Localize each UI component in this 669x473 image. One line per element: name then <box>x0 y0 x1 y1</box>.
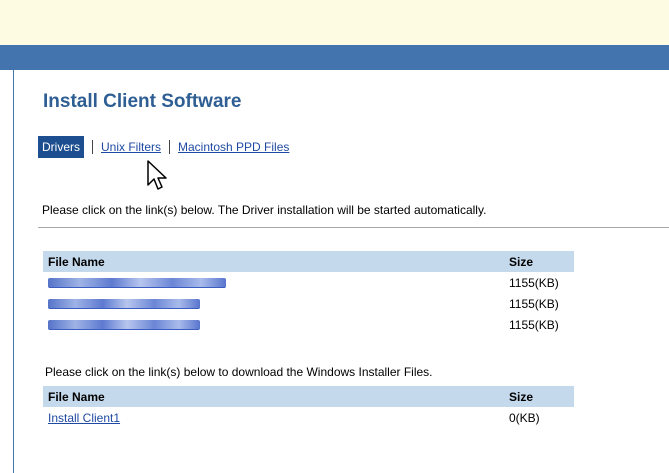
tab-macintosh-ppd-files[interactable]: Macintosh PPD Files <box>178 140 289 154</box>
table-row: 1155(KB) <box>43 314 574 335</box>
column-header-size: Size <box>504 251 574 272</box>
driver-instruction: Please click on the link(s) below. The D… <box>42 203 487 217</box>
installer-table: File Name Size Install Client1 0(KB) <box>43 386 574 428</box>
column-header-file-name: File Name <box>43 251 504 272</box>
tab-drivers[interactable]: Drivers <box>38 136 84 158</box>
column-header-size: Size <box>504 386 574 407</box>
file-name-cell <box>43 272 504 293</box>
top-banner <box>0 0 669 45</box>
page-title: Install Client Software <box>43 91 242 112</box>
driver-file-link[interactable] <box>48 278 226 289</box>
file-name-cell <box>43 293 504 314</box>
left-border <box>13 70 14 473</box>
table-header-row: File Name Size <box>43 386 574 407</box>
tab-bar: Drivers Unix Filters Macintosh PPD Files <box>38 136 289 158</box>
header-bar <box>0 45 669 70</box>
table-row: 1155(KB) <box>43 293 574 314</box>
mouse-pointer-icon <box>147 160 167 190</box>
divider <box>38 227 669 228</box>
table-header-row: File Name Size <box>43 251 574 272</box>
drivers-table: File Name Size 1155(KB) 1155(KB) 1155(KB… <box>43 251 574 335</box>
file-size: 1155(KB) <box>509 317 559 332</box>
tab-separator <box>92 140 93 154</box>
table-row: Install Client1 0(KB) <box>43 407 574 428</box>
file-name-cell <box>43 314 504 335</box>
file-size: 1155(KB) <box>509 275 559 290</box>
table-row: 1155(KB) <box>43 272 574 293</box>
file-size: 1155(KB) <box>509 296 559 311</box>
installer-instruction: Please click on the link(s) below to dow… <box>45 365 433 379</box>
file-name-cell: Install Client1 <box>43 407 504 428</box>
tab-unix-filters[interactable]: Unix Filters <box>101 140 161 154</box>
column-header-file-name: File Name <box>43 386 504 407</box>
driver-file-link[interactable] <box>48 299 200 310</box>
driver-file-link[interactable] <box>48 320 200 331</box>
tab-separator <box>169 140 171 154</box>
install-client-link[interactable]: Install Client1 <box>48 411 120 425</box>
file-size: 0(KB) <box>509 410 540 425</box>
